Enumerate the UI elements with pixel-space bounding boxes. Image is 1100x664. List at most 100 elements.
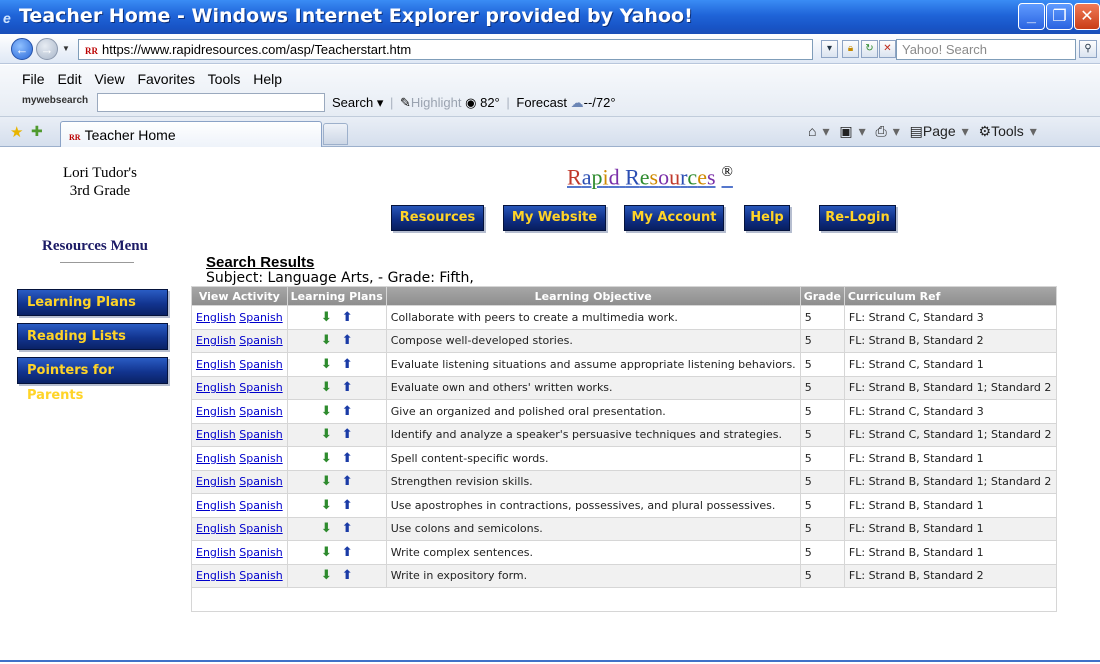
spanish-link[interactable]: Spanish (239, 546, 282, 559)
menu-file[interactable]: File (22, 71, 45, 87)
relogin-button[interactable]: Re-Login (819, 205, 896, 231)
page-menu[interactable]: Page (923, 123, 956, 139)
close-button[interactable]: ✕ (1074, 3, 1100, 30)
english-link[interactable]: English (196, 334, 236, 347)
history-dropdown-icon[interactable]: ▼ (62, 44, 70, 53)
grade-cell: 5 (800, 376, 844, 399)
spanish-link[interactable]: Spanish (239, 358, 282, 371)
download-arrow-icon[interactable]: ⬇ (321, 380, 332, 395)
back-button[interactable]: ← (11, 38, 33, 60)
upload-arrow-icon[interactable]: ⬆ (342, 427, 353, 442)
mywebsearch-input[interactable] (97, 93, 325, 112)
brand-logo[interactable]: Rapid Resources ® (567, 164, 733, 190)
lock-icon[interactable]: 🔒︎ (842, 40, 859, 58)
download-arrow-icon[interactable]: ⬇ (321, 498, 332, 513)
mywebsearch-toolbar: Search ▾ | ✎Highlight ◉ 82° | Forecast ☁… (332, 95, 616, 110)
new-tab-button[interactable] (323, 123, 348, 145)
spanish-link[interactable]: Spanish (239, 311, 282, 324)
col-curriculum-ref: Curriculum Ref (844, 287, 1056, 305)
teacher-grade: 3rd Grade (69, 183, 131, 199)
spanish-link[interactable]: Spanish (239, 405, 282, 418)
download-arrow-icon[interactable]: ⬇ (321, 357, 332, 372)
tools-menu[interactable]: Tools (991, 123, 1024, 139)
english-link[interactable]: English (196, 522, 236, 535)
curriculum-ref-cell: FL: Strand B, Standard 1 (844, 517, 1056, 540)
upload-arrow-icon[interactable]: ⬆ (342, 521, 353, 536)
upload-arrow-icon[interactable]: ⬆ (342, 568, 353, 583)
upload-arrow-icon[interactable]: ⬆ (342, 474, 353, 489)
menu-view[interactable]: View (94, 71, 124, 87)
download-arrow-icon[interactable]: ⬇ (321, 474, 332, 489)
spanish-link[interactable]: Spanish (239, 452, 282, 465)
learning-plans-cell: ⬇ ⬆ (287, 400, 386, 423)
download-arrow-icon[interactable]: ⬇ (321, 404, 332, 419)
english-link[interactable]: English (196, 381, 236, 394)
grade-cell: 5 (800, 423, 844, 446)
search-dropdown-icon[interactable]: ▾ (377, 95, 384, 110)
download-arrow-icon[interactable]: ⬇ (321, 568, 332, 583)
sidebar-reading-lists[interactable]: Reading Lists (17, 323, 168, 350)
upload-arrow-icon[interactable]: ⬆ (342, 333, 353, 348)
english-link[interactable]: English (196, 569, 236, 582)
my-website-button[interactable]: My Website (503, 205, 606, 231)
download-arrow-icon[interactable]: ⬇ (321, 427, 332, 442)
favorites-star-icon[interactable]: ★ (10, 123, 23, 141)
my-account-button[interactable]: My Account (624, 205, 724, 231)
help-button[interactable]: Help (744, 205, 790, 231)
english-link[interactable]: English (196, 546, 236, 559)
weather-icon: ◉ (465, 95, 481, 110)
stop-icon[interactable]: ✕ (879, 40, 896, 58)
maximize-button[interactable]: ❐ (1046, 3, 1073, 30)
search-icon[interactable]: ⚲ (1079, 40, 1097, 58)
tab-teacher-home[interactable]: RR Teacher Home (60, 121, 322, 147)
address-dropdown-icon[interactable]: ▾ (821, 40, 838, 58)
forward-button[interactable]: → (36, 38, 58, 60)
upload-arrow-icon[interactable]: ⬆ (342, 451, 353, 466)
spanish-link[interactable]: Spanish (239, 569, 282, 582)
upload-arrow-icon[interactable]: ⬆ (342, 404, 353, 419)
download-arrow-icon[interactable]: ⬇ (321, 545, 332, 560)
download-arrow-icon[interactable]: ⬇ (321, 333, 332, 348)
english-link[interactable]: English (196, 428, 236, 441)
forecast-button[interactable]: Forecast (516, 95, 567, 110)
upload-arrow-icon[interactable]: ⬆ (342, 310, 353, 325)
spanish-link[interactable]: Spanish (239, 428, 282, 441)
spanish-link[interactable]: Spanish (239, 334, 282, 347)
print-icon[interactable]: ⎙ (876, 123, 887, 139)
spanish-link[interactable]: Spanish (239, 499, 282, 512)
mywebsearch-text: mywebsearch (22, 95, 89, 106)
upload-arrow-icon[interactable]: ⬆ (342, 545, 353, 560)
english-link[interactable]: English (196, 405, 236, 418)
english-link[interactable]: English (196, 499, 236, 512)
menu-tools[interactable]: Tools (208, 71, 241, 87)
spanish-link[interactable]: Spanish (239, 522, 282, 535)
minimize-button[interactable]: _ (1018, 3, 1045, 30)
download-arrow-icon[interactable]: ⬇ (321, 451, 332, 466)
temperature[interactable]: 82° (480, 95, 500, 110)
add-favorites-icon[interactable]: ✚ (31, 123, 43, 140)
download-arrow-icon[interactable]: ⬇ (321, 521, 332, 536)
search-input[interactable]: Yahoo! Search (896, 39, 1076, 60)
sidebar-learning-plans[interactable]: Learning Plans (17, 289, 168, 316)
upload-arrow-icon[interactable]: ⬆ (342, 357, 353, 372)
refresh-icon[interactable]: ↻ (861, 40, 878, 58)
english-link[interactable]: English (196, 475, 236, 488)
address-input[interactable]: RR https://www.rapidresources.com/asp/Tea… (78, 39, 813, 60)
menu-help[interactable]: Help (253, 71, 282, 87)
spanish-link[interactable]: Spanish (239, 381, 282, 394)
download-arrow-icon[interactable]: ⬇ (321, 310, 332, 325)
mywebsearch-search-button[interactable]: Search (332, 95, 373, 110)
menu-favorites[interactable]: Favorites (137, 71, 195, 87)
upload-arrow-icon[interactable]: ⬆ (342, 498, 353, 513)
upload-arrow-icon[interactable]: ⬆ (342, 380, 353, 395)
menu-edit[interactable]: Edit (57, 71, 81, 87)
home-icon[interactable]: ⌂ (808, 123, 816, 139)
sidebar-pointers-for-parents[interactable]: Pointers for Parents (17, 357, 168, 403)
spanish-link[interactable]: Spanish (239, 475, 282, 488)
highlight-button[interactable]: Highlight (411, 95, 462, 110)
english-link[interactable]: English (196, 358, 236, 371)
resources-button[interactable]: Resources (391, 205, 484, 231)
english-link[interactable]: English (196, 452, 236, 465)
feeds-icon[interactable]: ▣ (839, 123, 852, 139)
english-link[interactable]: English (196, 311, 236, 324)
